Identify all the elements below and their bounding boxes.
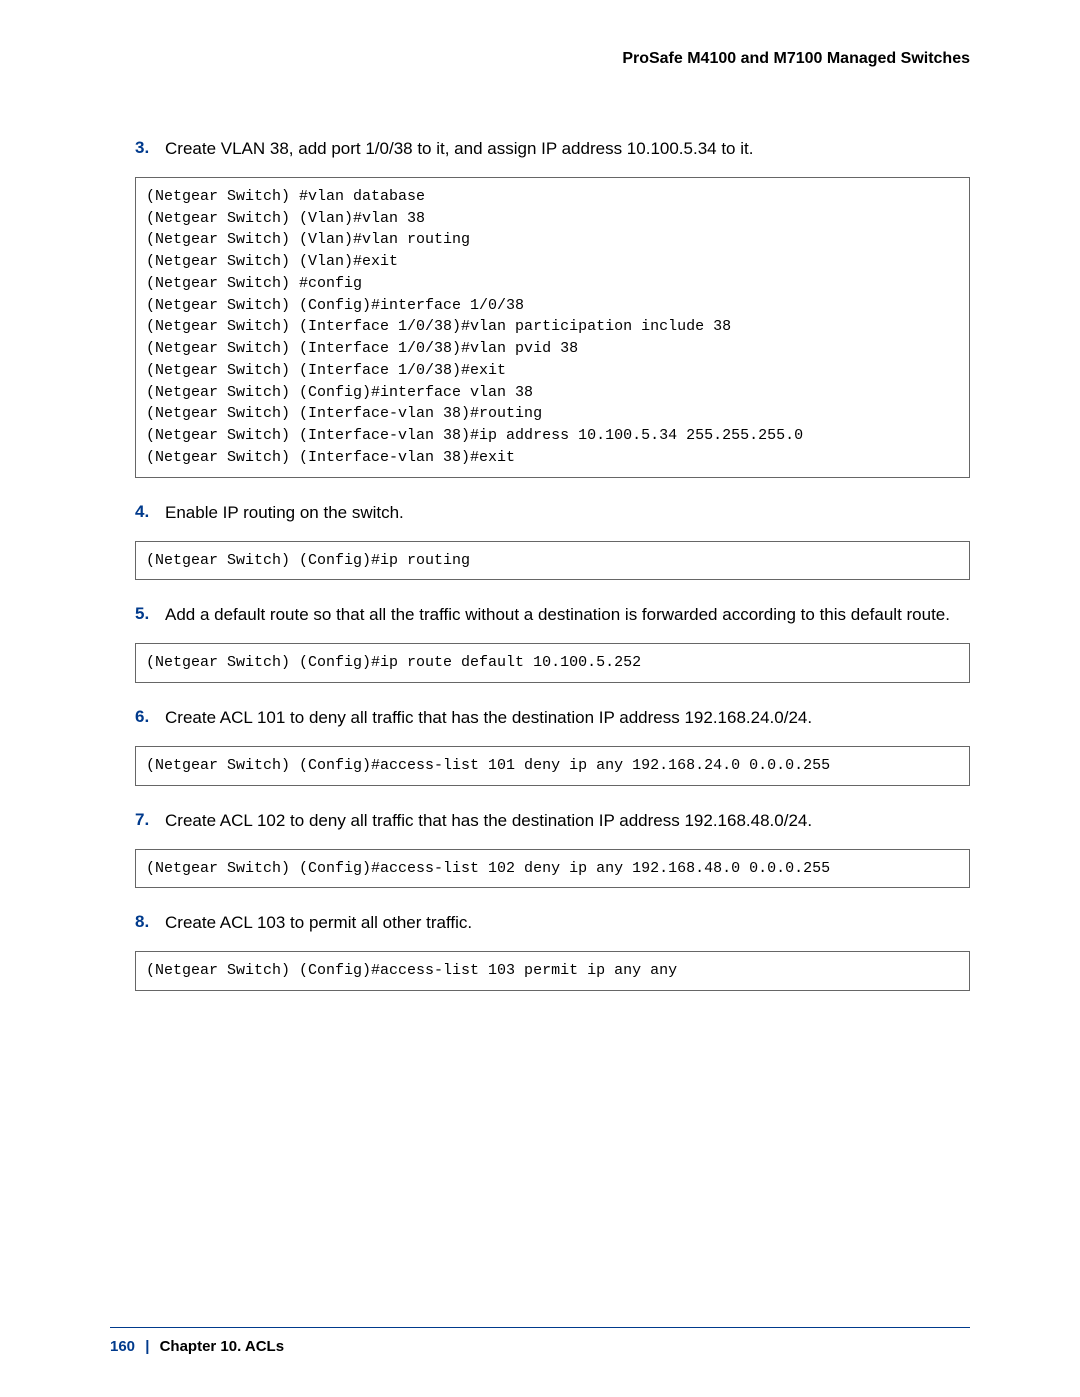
step-number: 4. [135,502,165,525]
step-text: Create VLAN 38, add port 1/0/38 to it, a… [165,138,970,161]
step-text: Create ACL 102 to deny all traffic that … [165,810,970,833]
step-text: Enable IP routing on the switch. [165,502,970,525]
code-block: (Netgear Switch) (Config)#ip route defau… [135,643,970,683]
step-7: 7. Create ACL 102 to deny all traffic th… [110,810,970,833]
code-block: (Netgear Switch) (Config)#access-list 10… [135,746,970,786]
step-text: Create ACL 103 to permit all other traff… [165,912,970,935]
step-8: 8. Create ACL 103 to permit all other tr… [110,912,970,935]
page-header: ProSafe M4100 and M7100 Managed Switches [110,50,970,68]
step-number: 3. [135,138,165,161]
step-number: 7. [135,810,165,833]
footer-separator: | [145,1338,149,1355]
code-block: (Netgear Switch) (Config)#ip routing [135,541,970,581]
code-block: (Netgear Switch) (Config)#access-list 10… [135,849,970,889]
step-3: 3. Create VLAN 38, add port 1/0/38 to it… [110,138,970,161]
document-page: ProSafe M4100 and M7100 Managed Switches… [0,0,1080,1397]
step-5: 5. Add a default route so that all the t… [110,604,970,627]
step-number: 5. [135,604,165,627]
step-6: 6. Create ACL 101 to deny all traffic th… [110,707,970,730]
page-footer: 160 | Chapter 10. ACLs [110,1327,970,1355]
step-number: 6. [135,707,165,730]
step-number: 8. [135,912,165,935]
code-block: (Netgear Switch) #vlan database (Netgear… [135,177,970,478]
chapter-label: Chapter 10. ACLs [160,1338,284,1355]
step-4: 4. Enable IP routing on the switch. [110,502,970,525]
step-text: Add a default route so that all the traf… [165,604,970,627]
page-number: 160 [110,1338,135,1355]
step-text: Create ACL 101 to deny all traffic that … [165,707,970,730]
code-block: (Netgear Switch) (Config)#access-list 10… [135,951,970,991]
